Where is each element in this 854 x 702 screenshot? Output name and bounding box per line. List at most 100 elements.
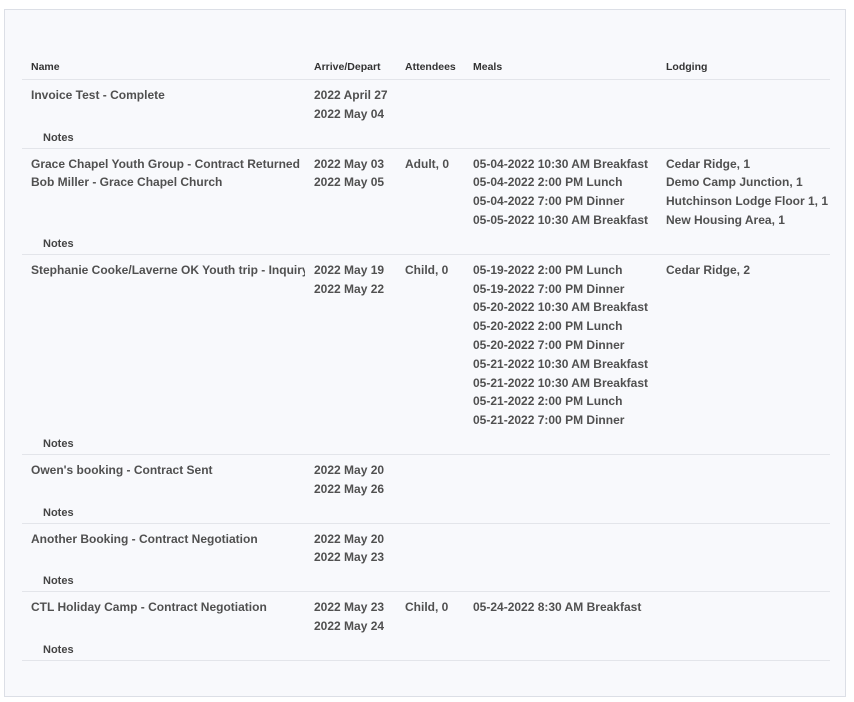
booking-name-cell: Invoice Test - Complete: [22, 80, 305, 124]
notes-row: Notes: [22, 498, 830, 524]
meal-item: 05-19-2022 7:00 PM Dinner: [473, 281, 625, 296]
header-attendees: Attendees: [396, 55, 464, 80]
notes-cell: Notes: [22, 567, 830, 593]
arrive-date: 2022 May 20: [314, 531, 385, 546]
booking-title[interactable]: Owen's booking - Contract Sent: [31, 461, 305, 480]
notes-cell: Notes: [22, 123, 830, 149]
booking-row: Owen's booking - Contract Sent 2022 May 2…: [22, 454, 830, 498]
meals-cell: 05-04-2022 10:30 AM Breakfast 05-04-2022 …: [464, 148, 657, 230]
lodging-cell: [657, 80, 830, 124]
lodging-cell: [657, 523, 830, 567]
depart-date: 2022 May 24: [314, 618, 385, 633]
meal-item: 05-20-2022 2:00 PM Lunch: [473, 319, 623, 334]
arrive-date: 2022 May 23: [314, 600, 385, 615]
arrive-date: 2022 May 03: [314, 156, 385, 171]
arrive-depart-cell: 2022 May 19 2022 May 22: [305, 254, 396, 430]
notes-toggle[interactable]: Notes: [43, 438, 74, 450]
depart-date: 2022 May 23: [314, 550, 385, 565]
attendees-cell: [396, 454, 464, 498]
depart-date: 2022 May 22: [314, 281, 385, 296]
meal-item: 05-21-2022 2:00 PM Lunch: [473, 394, 623, 409]
notes-cell: Notes: [22, 429, 830, 455]
table-header-row: Name Arrive/Depart Attendees Meals Lodgi…: [22, 55, 830, 80]
booking-row: Invoice Test - Complete 2022 April 27 2022…: [22, 80, 830, 124]
notes-toggle[interactable]: Notes: [43, 238, 74, 250]
booking-name-cell: CTL Holiday Camp - Contract Negotiation: [22, 592, 305, 636]
arrive-depart-cell: 2022 May 20 2022 May 23: [305, 523, 396, 567]
booking-name-cell: Stephanie Cooke/Laverne OK Youth trip - …: [22, 254, 305, 430]
attendees-cell: Adult, 0: [396, 148, 464, 230]
meal-item: 05-24-2022 8:30 AM Breakfast: [473, 600, 642, 615]
lodging-item: Hutchinson Lodge Floor 1, 1: [666, 194, 828, 209]
attendees-cell: Child, 0: [396, 592, 464, 636]
depart-date: 2022 May 26: [314, 481, 385, 496]
bookings-table: Name Arrive/Depart Attendees Meals Lodgi…: [22, 55, 830, 661]
attendees-value: Child, 0: [405, 262, 449, 277]
arrive-depart-cell: 2022 April 27 2022 May 04: [305, 80, 396, 124]
arrive-depart-cell: 2022 May 20 2022 May 26: [305, 454, 396, 498]
bookings-panel: Name Arrive/Depart Attendees Meals Lodgi…: [4, 9, 846, 697]
notes-cell: Notes: [22, 498, 830, 524]
meal-item: 05-19-2022 2:00 PM Lunch: [473, 262, 623, 277]
meal-item: 05-04-2022 7:00 PM Dinner: [473, 194, 625, 209]
meals-cell: 05-19-2022 2:00 PM Lunch 05-19-2022 7:00 …: [464, 254, 657, 430]
arrive-depart-cell: 2022 May 03 2022 May 05: [305, 148, 396, 230]
meal-item: 05-21-2022 10:30 AM Breakfast: [473, 375, 648, 390]
notes-row: Notes: [22, 429, 830, 455]
booking-title[interactable]: CTL Holiday Camp - Contract Negotiation: [31, 598, 305, 617]
notes-cell: Notes: [22, 635, 830, 661]
meal-item: 05-20-2022 10:30 AM Breakfast: [473, 300, 648, 315]
notes-toggle[interactable]: Notes: [43, 507, 74, 519]
booking-row: Grace Chapel Youth Group - Contract Retu…: [22, 148, 830, 230]
notes-cell: Notes: [22, 229, 830, 255]
booking-contact: Bob Miller - Grace Chapel Church: [31, 175, 223, 190]
lodging-cell: Cedar Ridge, 1 Demo Camp Junction, 1 Hutch…: [657, 148, 830, 230]
lodging-item: Demo Camp Junction, 1: [666, 175, 803, 190]
meal-item: 05-21-2022 7:00 PM Dinner: [473, 413, 625, 428]
meal-item: 05-04-2022 10:30 AM Breakfast: [473, 156, 648, 171]
arrive-depart-cell: 2022 May 23 2022 May 24: [305, 592, 396, 636]
booking-title[interactable]: Another Booking - Contract Negotiation: [31, 530, 305, 549]
depart-date: 2022 May 04: [314, 106, 385, 121]
notes-row: Notes: [22, 635, 830, 661]
booking-row: CTL Holiday Camp - Contract Negotiation 2…: [22, 592, 830, 636]
attendees-cell: [396, 80, 464, 124]
booking-row: Stephanie Cooke/Laverne OK Youth trip - …: [22, 254, 830, 430]
header-arrive-depart: Arrive/Depart: [305, 55, 396, 80]
booking-title[interactable]: Invoice Test - Complete: [31, 86, 305, 105]
meal-item: 05-05-2022 10:30 AM Breakfast: [473, 212, 648, 227]
table-body: Invoice Test - Complete 2022 April 27 2022…: [22, 80, 830, 661]
meals-cell: [464, 523, 657, 567]
arrive-date: 2022 May 20: [314, 462, 385, 477]
meals-cell: [464, 80, 657, 124]
meal-item: 05-04-2022 2:00 PM Lunch: [473, 175, 623, 190]
notes-toggle[interactable]: Notes: [43, 132, 74, 144]
attendees-cell: Child, 0: [396, 254, 464, 430]
lodging-item: Cedar Ridge, 1: [666, 156, 751, 171]
booking-row: Another Booking - Contract Negotiation 20…: [22, 523, 830, 567]
booking-title[interactable]: Grace Chapel Youth Group - Contract Retu…: [31, 155, 305, 174]
header-name: Name: [22, 55, 305, 80]
attendees-value: Adult, 0: [405, 156, 449, 171]
booking-title[interactable]: Stephanie Cooke/Laverne OK Youth trip - …: [31, 261, 305, 280]
notes-row: Notes: [22, 229, 830, 255]
notes-toggle[interactable]: Notes: [43, 644, 74, 656]
header-lodging: Lodging: [657, 55, 830, 80]
meals-cell: 05-24-2022 8:30 AM Breakfast: [464, 592, 657, 636]
booking-name-cell: Grace Chapel Youth Group - Contract Retu…: [22, 148, 305, 230]
arrive-date: 2022 May 19: [314, 262, 385, 277]
lodging-cell: [657, 454, 830, 498]
meal-item: 05-21-2022 10:30 AM Breakfast: [473, 356, 648, 371]
lodging-cell: [657, 592, 830, 636]
arrive-date: 2022 April 27: [314, 88, 388, 102]
booking-name-cell: Another Booking - Contract Negotiation: [22, 523, 305, 567]
attendees-value: Child, 0: [405, 600, 449, 615]
attendees-cell: [396, 523, 464, 567]
booking-name-cell: Owen's booking - Contract Sent: [22, 454, 305, 498]
notes-row: Notes: [22, 567, 830, 593]
meal-item: 05-20-2022 7:00 PM Dinner: [473, 337, 625, 352]
notes-row: Notes: [22, 123, 830, 149]
lodging-item: Cedar Ridge, 2: [666, 262, 751, 277]
meals-cell: [464, 454, 657, 498]
notes-toggle[interactable]: Notes: [43, 575, 74, 587]
